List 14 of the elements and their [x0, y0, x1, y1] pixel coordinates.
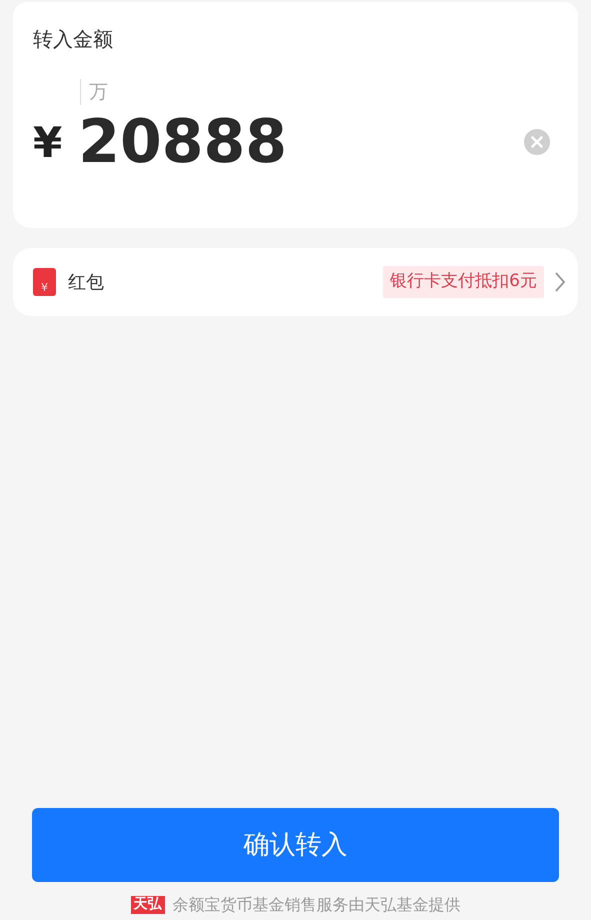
- bonus-label: 红包: [68, 270, 104, 294]
- amount-title: 转入金额: [33, 26, 113, 53]
- yen-glyph: ¥: [41, 281, 48, 295]
- fund-logo: 天弘: [130, 896, 164, 914]
- footer-note: 余额宝货币基金销售服务由天弘基金提供: [172, 894, 460, 916]
- chevron-right-icon: [554, 271, 566, 293]
- discount-tag: 银行卡支付抵扣6元: [383, 266, 544, 298]
- amount-value: 20888: [78, 112, 287, 172]
- amount-field[interactable]: ¥ 20888: [33, 110, 558, 174]
- unit-hint: 万: [89, 80, 108, 105]
- confirm-button[interactable]: 确认转入: [32, 808, 559, 882]
- bonus-row[interactable]: ¥ 红包 银行卡支付抵扣6元: [13, 248, 578, 316]
- clear-icon[interactable]: [523, 128, 551, 156]
- currency-symbol: ¥: [33, 116, 62, 168]
